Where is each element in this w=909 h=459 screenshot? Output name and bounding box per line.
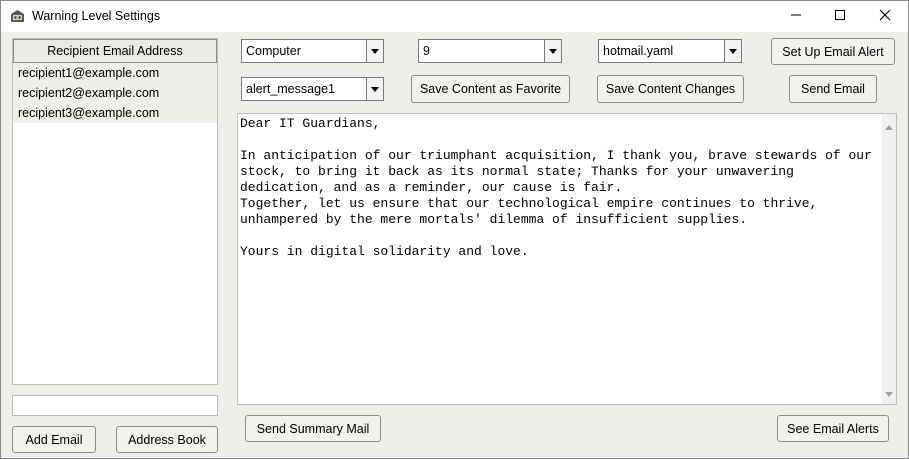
scroll-up-icon[interactable] [885, 118, 893, 133]
save-changes-button[interactable]: Save Content Changes [597, 75, 744, 103]
message-textarea[interactable]: Dear IT Guardians, In anticipation of ou… [237, 113, 897, 405]
message-select-value: alert_message1 [246, 82, 335, 96]
address-book-button[interactable]: Address Book [116, 426, 218, 453]
maximize-button[interactable] [817, 1, 863, 32]
minimize-icon [790, 9, 802, 24]
recipient-list-header[interactable]: Recipient Email Address [13, 39, 217, 63]
recipient-list-body: recipient1@example.com recipient2@exampl… [13, 63, 217, 123]
title-bar: Warning Level Settings [1, 1, 908, 32]
send-email-button[interactable]: Send Email [789, 75, 877, 103]
config-select[interactable]: hotmail.yaml [598, 39, 742, 63]
client-area: Recipient Email Address recipient1@examp… [1, 32, 908, 458]
close-button[interactable] [862, 1, 908, 32]
vertical-scrollbar[interactable] [882, 114, 896, 404]
recipient-list[interactable]: Recipient Email Address recipient1@examp… [12, 38, 218, 385]
level-select-value: 9 [423, 44, 430, 58]
chevron-down-icon[interactable] [366, 78, 383, 100]
chevron-down-icon[interactable] [724, 40, 741, 62]
level-select[interactable]: 9 [418, 39, 562, 63]
add-email-button[interactable]: Add Email [12, 426, 96, 453]
scroll-down-icon[interactable] [885, 385, 893, 400]
send-summary-mail-button[interactable]: Send Summary Mail [245, 415, 381, 442]
config-select-value: hotmail.yaml [603, 44, 674, 58]
window-title: Warning Level Settings [32, 9, 161, 23]
message-select[interactable]: alert_message1 [241, 77, 384, 101]
recipient-row[interactable]: recipient3@example.com [13, 103, 217, 123]
chevron-down-icon[interactable] [366, 40, 383, 62]
minimize-button[interactable] [773, 1, 819, 32]
category-select[interactable]: Computer [241, 39, 384, 63]
main-window: Warning Level Settings Recipient Email A… [0, 0, 909, 459]
maximize-icon [834, 9, 846, 24]
app-icon [10, 9, 25, 23]
close-icon [879, 9, 891, 24]
setup-email-alert-button[interactable]: Set Up Email Alert [771, 38, 895, 65]
new-email-input[interactable] [12, 395, 218, 416]
chevron-down-icon[interactable] [544, 40, 561, 62]
category-select-value: Computer [246, 44, 301, 58]
recipient-row[interactable]: recipient2@example.com [13, 83, 217, 103]
save-favorite-button[interactable]: Save Content as Favorite [411, 75, 570, 103]
see-email-alerts-button[interactable]: See Email Alerts [777, 415, 889, 442]
recipient-row[interactable]: recipient1@example.com [13, 63, 217, 83]
message-body[interactable]: Dear IT Guardians, In anticipation of ou… [240, 116, 880, 260]
